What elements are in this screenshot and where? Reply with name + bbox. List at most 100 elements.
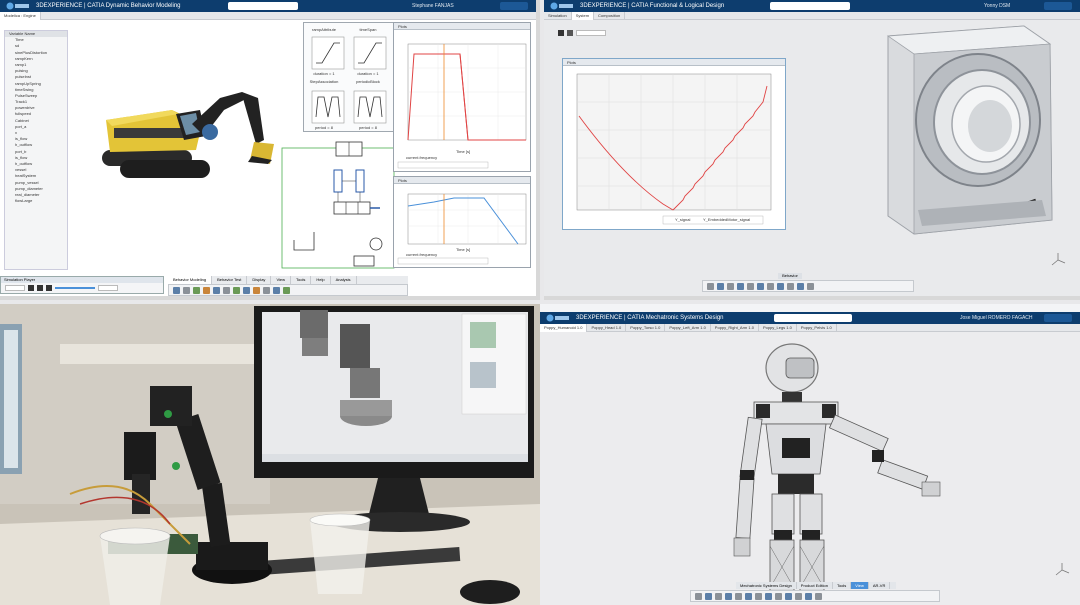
undo-icon[interactable] <box>173 286 180 294</box>
block-library-panel: rampAttribute timeSpan duration = 1 dura… <box>303 22 395 132</box>
paste-icon[interactable] <box>727 282 734 290</box>
action-bar-tab[interactable]: Behavior Modeling <box>168 276 213 284</box>
title-bar: 3DEXPERIENCE | CATIA Dynamic Behavior Mo… <box>0 0 536 12</box>
excavator-3d-model[interactable] <box>92 80 292 190</box>
search-input[interactable] <box>774 314 852 322</box>
connect-icon[interactable] <box>213 286 220 294</box>
hydraulic-schematic[interactable] <box>280 132 400 272</box>
action-bar-tab[interactable]: Help <box>311 276 331 284</box>
assembly-icon[interactable] <box>745 592 752 600</box>
block-label: periodicBlock <box>356 79 380 84</box>
render-icon[interactable] <box>797 282 804 290</box>
document-tab[interactable]: Poppy_Torso 1.0 <box>626 324 666 332</box>
block-label: period = 8 <box>359 125 377 130</box>
window-controls[interactable] <box>1044 2 1072 10</box>
action-bar-tab[interactable]: Product Edition <box>797 582 833 589</box>
tab-modelica-engine[interactable]: Modelica : Engine <box>0 12 41 20</box>
stop-icon[interactable] <box>46 285 52 291</box>
time-field[interactable] <box>5 285 25 291</box>
action-bar-tab[interactable]: Mechatronic Systems Design <box>736 582 797 589</box>
block-icon[interactable] <box>203 286 210 294</box>
section-icon[interactable] <box>777 282 784 290</box>
action-bar-tab[interactable]: AR-VR <box>869 582 891 589</box>
compass-icon[interactable] <box>1054 562 1070 578</box>
title-bar: 3DEXPERIENCE | CATIA Mechatronic Systems… <box>540 312 1080 324</box>
plot-2-legend: current.frequency <box>406 252 438 257</box>
plot-window-2[interactable]: Plots Time [s] current.frequency <box>393 176 531 268</box>
redo-icon[interactable] <box>735 592 742 600</box>
document-tab[interactable]: Poppy_Head 1.0 <box>587 324 627 332</box>
cut-icon[interactable] <box>695 592 702 600</box>
window-controls[interactable] <box>1044 314 1072 322</box>
robot-arm-photo <box>0 304 540 605</box>
undo-icon[interactable] <box>737 282 744 290</box>
settings-icon[interactable] <box>815 592 822 600</box>
action-bar-tab[interactable]: Tools <box>833 582 852 589</box>
pause-icon[interactable] <box>567 30 573 36</box>
view-icon[interactable] <box>747 282 754 290</box>
library-icon[interactable] <box>253 286 260 294</box>
render-icon[interactable] <box>805 592 812 600</box>
tree-item[interactable]: flowLarge <box>5 198 67 204</box>
undo-icon[interactable] <box>725 592 732 600</box>
play-icon[interactable] <box>558 30 564 36</box>
check-icon[interactable] <box>263 286 270 294</box>
search-input[interactable] <box>770 2 850 10</box>
cut-icon[interactable] <box>707 282 714 290</box>
measure-icon[interactable] <box>767 282 774 290</box>
document-tab[interactable]: Simulation <box>544 12 572 20</box>
document-tab[interactable]: Composition <box>594 12 626 20</box>
filter-icon[interactable] <box>787 282 794 290</box>
compass-icon[interactable] <box>1050 252 1066 268</box>
plot-window[interactable]: Plots Y_signal Y_EmbeddedMotor_signal <box>562 58 786 230</box>
speed-field[interactable] <box>98 285 118 291</box>
paste-icon[interactable] <box>715 592 722 600</box>
progress-bar[interactable] <box>55 287 95 289</box>
action-bar-tab[interactable]: View <box>271 276 292 284</box>
settings-icon[interactable] <box>807 282 814 290</box>
action-bar-tabs: Mechatronic Systems Design Product Editio… <box>736 582 896 589</box>
simulate-icon[interactable] <box>757 282 764 290</box>
plot-window-1[interactable]: Plots Time [s] current.frequency <box>393 22 531 172</box>
rewind-icon[interactable] <box>28 285 34 291</box>
app-title: 3DEXPERIENCE | CATIA Mechatronic Systems… <box>576 315 724 321</box>
document-tab[interactable]: Poppy_Right_Arm 1.0 <box>711 324 759 332</box>
document-tab[interactable]: System <box>571 12 595 20</box>
app-logo-icon <box>550 2 573 10</box>
document-tab[interactable]: Poppy_Pelvis 1.0 <box>797 324 837 332</box>
measure-icon[interactable] <box>795 592 802 600</box>
motor-icon[interactable] <box>765 592 772 600</box>
run-icon[interactable] <box>233 286 240 294</box>
tab-behavior[interactable]: Behavior <box>778 273 802 279</box>
washing-machine-3d-model[interactable] <box>874 20 1070 242</box>
plot-title: Plots <box>394 23 530 30</box>
action-bar-tab[interactable]: View <box>851 582 869 589</box>
window-controls[interactable] <box>500 2 528 10</box>
app-logo-icon <box>546 314 569 322</box>
simulate-icon[interactable] <box>785 592 792 600</box>
action-bar-tab[interactable]: Display <box>247 276 272 284</box>
document-tab[interactable]: Poppy_Humanoid 1.0 <box>540 324 588 332</box>
joint-icon[interactable] <box>755 592 762 600</box>
copy-icon[interactable] <box>717 282 724 290</box>
functional-logical-design-window: 3DEXPERIENCE | CATIA Functional & Logica… <box>544 0 1080 300</box>
search-input[interactable] <box>228 2 298 10</box>
simulation-player[interactable]: Simulation Player <box>0 276 164 294</box>
simulate-icon[interactable] <box>193 286 200 294</box>
time-field[interactable] <box>576 30 606 36</box>
sensor-icon[interactable] <box>775 592 782 600</box>
document-tab[interactable]: Poppy_Legs 1.0 <box>759 324 797 332</box>
copy-icon[interactable] <box>705 592 712 600</box>
block-label: duration = 1 <box>357 71 379 76</box>
document-tab[interactable]: Poppy_Left_Arm 1.0 <box>665 324 711 332</box>
settings-icon[interactable] <box>243 286 250 294</box>
action-bar-tab[interactable]: Behavior Test <box>212 276 248 284</box>
action-bar-tab[interactable]: Tools <box>291 276 312 284</box>
play-icon[interactable] <box>37 285 43 291</box>
compile-icon[interactable] <box>283 286 290 294</box>
variable-icon[interactable] <box>273 286 280 294</box>
plot-icon[interactable] <box>223 286 230 294</box>
redo-icon[interactable] <box>183 286 190 294</box>
humanoid-robot-3d-model[interactable] <box>730 342 950 592</box>
action-bar-tab[interactable]: Analysis <box>331 276 357 284</box>
